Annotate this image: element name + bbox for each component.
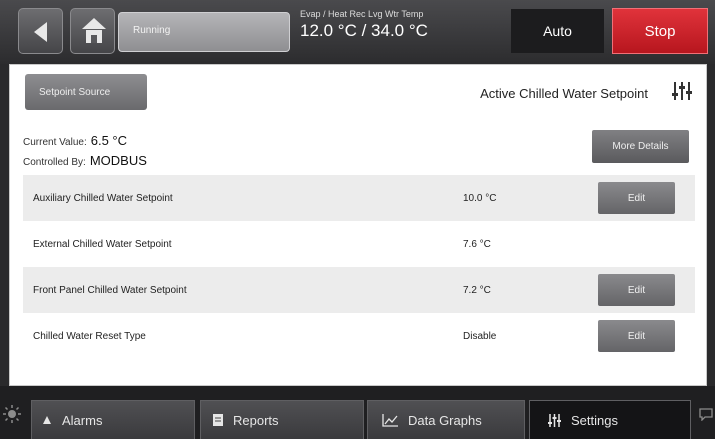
row-value: 10.0 °C xyxy=(463,192,497,204)
setpoint-panel: Setpoint Source Active Chilled Water Set… xyxy=(9,64,707,386)
row-name: Auxiliary Chilled Water Setpoint xyxy=(33,192,173,204)
status-indicator: Running xyxy=(118,12,290,52)
controlled-by-line: Controlled By: MODBUS xyxy=(23,153,147,168)
edit-button[interactable]: Edit xyxy=(598,182,675,214)
tab-label: Data Graphs xyxy=(408,412,482,428)
current-value-label: Current Value: xyxy=(23,137,87,148)
bottom-nav-bar: Alarms Reports Data Graphs Settings xyxy=(0,386,715,439)
top-bar: Running Evap / Heat Rec Lvg Wtr Temp 12.… xyxy=(0,0,715,64)
edit-button[interactable]: Edit xyxy=(598,274,675,306)
row-value: 7.2 °C xyxy=(463,284,491,296)
brightness-icon[interactable] xyxy=(3,405,21,423)
home-icon xyxy=(82,18,106,29)
table-row: External Chilled Water Setpoint 7.6 °C xyxy=(23,221,695,267)
row-value: Disable xyxy=(463,330,497,342)
home-button[interactable] xyxy=(70,8,115,54)
back-button[interactable] xyxy=(18,8,63,54)
sliders-icon xyxy=(548,413,561,427)
tab-label: Reports xyxy=(233,412,279,428)
tab-data-graphs[interactable]: Data Graphs xyxy=(367,400,525,439)
table-row: Auxiliary Chilled Water Setpoint 10.0 °C… xyxy=(23,175,695,221)
row-name: Chilled Water Reset Type xyxy=(33,330,146,342)
row-name: External Chilled Water Setpoint xyxy=(33,238,172,250)
tab-reports[interactable]: Reports xyxy=(200,400,364,439)
current-value: 6.5 °C xyxy=(90,133,128,148)
page-title: Active Chilled Water Setpoint xyxy=(480,86,648,101)
tab-label: Settings xyxy=(571,412,618,428)
leaving-water-temp-value: 12.0 °C / 34.0 °C xyxy=(300,21,428,40)
setpoint-source-button[interactable]: Setpoint Source xyxy=(25,74,147,110)
controlled-by-label: Controlled By: xyxy=(23,157,86,168)
setpoint-table: Auxiliary Chilled Water Setpoint 10.0 °C… xyxy=(23,175,695,359)
controlled-by-value: MODBUS xyxy=(89,153,147,168)
tab-alarms[interactable]: Alarms xyxy=(31,400,195,439)
row-value: 7.6 °C xyxy=(463,238,491,250)
tab-label: Alarms xyxy=(62,412,103,428)
auto-button[interactable]: Auto xyxy=(511,9,604,53)
leaving-water-temp-label: Evap / Heat Rec Lvg Wtr Temp xyxy=(300,9,424,19)
current-value-line: Current Value: 6.5 °C xyxy=(23,133,127,148)
table-row: Chilled Water Reset Type Disable Edit xyxy=(23,313,695,359)
sliders-icon xyxy=(672,82,692,100)
chat-icon[interactable] xyxy=(699,407,713,421)
row-name: Front Panel Chilled Water Setpoint xyxy=(33,284,187,296)
edit-button[interactable]: Edit xyxy=(598,320,675,352)
table-row: Front Panel Chilled Water Setpoint 7.2 °… xyxy=(23,267,695,313)
stop-button[interactable]: Stop xyxy=(612,8,708,54)
more-details-button[interactable]: More Details xyxy=(592,130,689,163)
bell-icon xyxy=(42,415,52,425)
report-icon xyxy=(213,414,223,426)
back-arrow-icon xyxy=(34,22,47,42)
tab-settings[interactable]: Settings xyxy=(529,400,691,439)
line-graph-icon xyxy=(382,413,398,427)
